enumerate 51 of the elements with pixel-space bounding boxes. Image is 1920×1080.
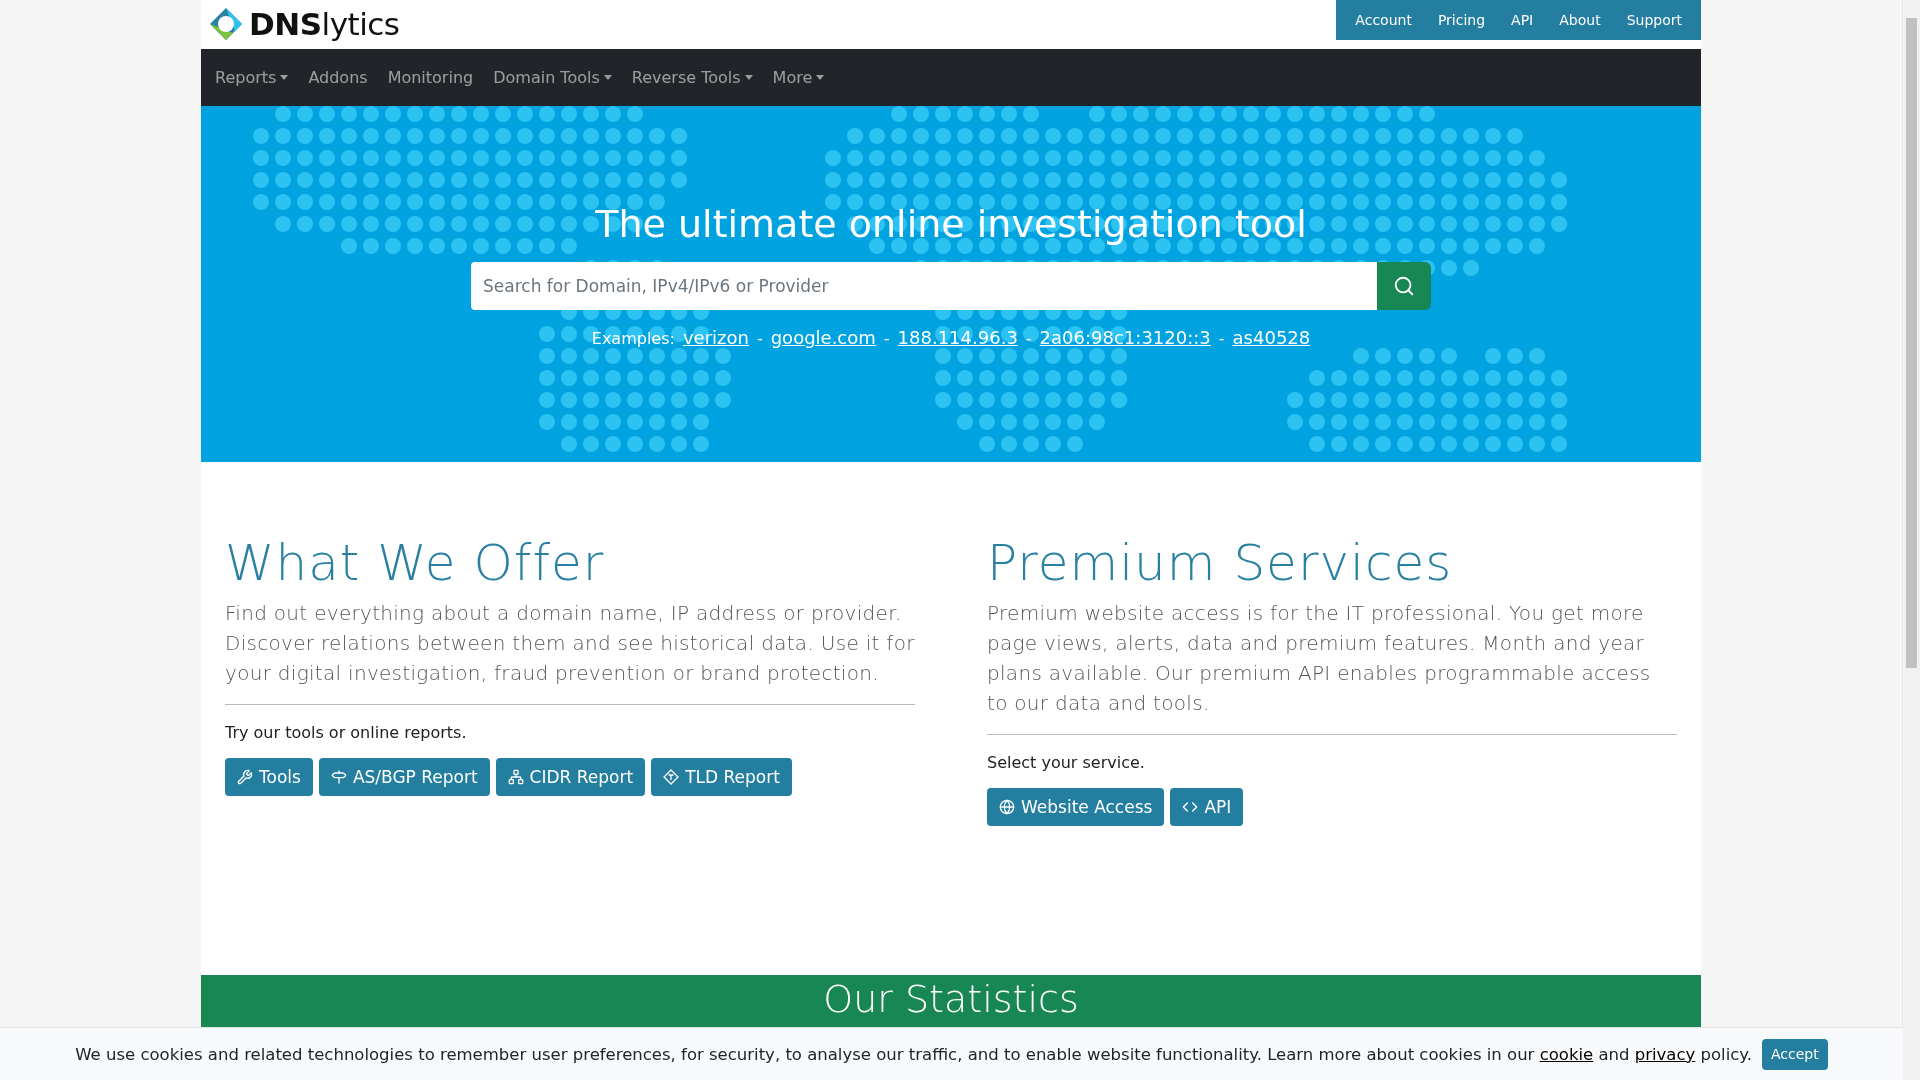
action-button[interactable]: TLD Report <box>651 758 792 796</box>
top-nav-link[interactable]: API <box>1498 12 1547 28</box>
top-nav-link[interactable]: Account <box>1342 12 1425 28</box>
example-link[interactable]: verizon <box>682 327 749 348</box>
examples-label: Examples: <box>591 329 675 348</box>
search-button[interactable] <box>1377 262 1431 310</box>
example-link[interactable]: 188.114.96.3 <box>897 327 1018 348</box>
nav-item[interactable]: More <box>762 68 835 87</box>
example-link[interactable]: google.com <box>770 327 876 348</box>
search-icon <box>1393 275 1415 297</box>
accept-button[interactable]: Accept <box>1762 1038 1828 1070</box>
stats-title: Our Statistics <box>823 979 1079 1021</box>
nav-item[interactable]: Reverse Tools <box>621 68 763 87</box>
action-button[interactable]: API <box>1170 788 1244 826</box>
section-title: What We Offer <box>225 534 606 592</box>
action-button[interactable]: CIDR Report <box>495 758 646 796</box>
nav-item[interactable]: Domain Tools <box>483 68 622 87</box>
separator: - <box>1025 329 1032 348</box>
logo-icon <box>209 7 243 41</box>
section-lead: Select your service. <box>987 753 1146 772</box>
section-text: Premium website access is for the IT professional. You get more page views, alerts, data and premium features. Month and year plans available. Our premium API enables programmable access to our data and tools. <box>987 600 1652 717</box>
top-nav-link[interactable]: About <box>1546 12 1614 28</box>
diamond-icon <box>663 769 680 785</box>
example-link[interactable]: as40528 <box>1232 327 1311 348</box>
logo-text: DNSlytics <box>249 6 400 42</box>
privacy-link[interactable]: privacy <box>1634 1044 1696 1064</box>
section-title: Premium Services <box>987 534 1454 592</box>
example-link[interactable]: 2a06:98c1:3120::3 <box>1039 327 1211 348</box>
nav-item[interactable]: Monitoring <box>377 68 484 87</box>
globe-icon <box>999 799 1015 815</box>
action-button[interactable]: Website Access <box>987 788 1165 826</box>
scrollbar-thumb[interactable] <box>1906 18 1917 668</box>
cookie-text: We use cookies and related technologies to remember user preferences, for security, to analyse our traffic, and to enable website functionality. Learn more about cookies in our cookie and privacy policy. <box>75 1044 1752 1064</box>
nav-item[interactable]: Reports <box>205 68 299 87</box>
section-lead: Try our tools or online reports. <box>225 723 468 742</box>
action-button[interactable]: Tools <box>225 758 313 796</box>
top-nav-link[interactable]: Pricing <box>1424 12 1499 28</box>
wrench-icon <box>237 769 253 785</box>
separator: - <box>883 329 890 348</box>
network-icon <box>507 769 524 785</box>
code-icon <box>1182 799 1199 815</box>
hero-title: The ultimate online investigation tool <box>595 202 1307 246</box>
search-field[interactable]: Search for Domain, IPv4/IPv6 or Provider <box>471 262 1377 310</box>
top-nav-link[interactable]: Support <box>1613 12 1695 28</box>
separator: - <box>756 329 763 348</box>
nav-item[interactable]: Addons <box>298 68 378 87</box>
separator: - <box>1218 329 1225 348</box>
signpost-icon <box>330 769 347 785</box>
section-text: Find out everything about a domain name, IP address or provider. Discover relations between them and see historical data. Use it for your digital investigation, fraud prevention or brand protection. <box>225 600 915 687</box>
action-button[interactable]: AS/BGP Report <box>318 758 490 796</box>
cookie-link[interactable]: cookie <box>1539 1044 1594 1064</box>
